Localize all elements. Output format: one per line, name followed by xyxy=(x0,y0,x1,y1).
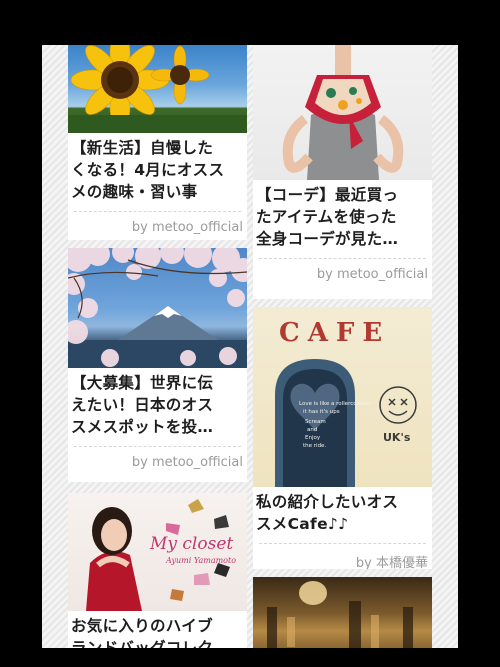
article-title[interactable]: お気に入りのハイブ ランドバッグコレク xyxy=(68,611,247,648)
article-author[interactable]: by metoo_official xyxy=(68,212,247,235)
svg-text:Love is like a rollercoaster: Love is like a rollercoaster xyxy=(299,401,371,407)
feed-panel: 【新生活】自慢した くなる！4月にオスス メの趣味・習い事 by metoo_o… xyxy=(42,45,458,648)
article-title[interactable]: 【コーデ】最近買っ たアイテムを使った 全身コーデが見た… xyxy=(253,180,432,250)
article-title[interactable]: 【新生活】自慢した くなる！4月にオスス メの趣味・習い事 xyxy=(68,133,247,203)
article-card[interactable]: CAFE Love is like a rollercoaster it has… xyxy=(253,307,432,569)
article-title-line: メの趣味・習い事 xyxy=(71,183,198,201)
svg-text:it has it's ups: it has it's ups xyxy=(303,409,340,415)
article-title-line: 私の紹介したいオス xyxy=(256,493,399,511)
cafe-door-photo[interactable]: CAFE Love is like a rollercoaster it has… xyxy=(253,307,432,487)
article-title-line: スメCafe♪♪ xyxy=(256,515,349,533)
svg-text:Enjoy: Enjoy xyxy=(305,435,321,441)
article-title[interactable]: 私の紹介したいオス スメCafe♪♪ xyxy=(253,487,432,535)
svg-text:the ride.: the ride. xyxy=(303,443,326,449)
svg-text:and: and xyxy=(307,427,317,433)
article-title-line: くなる！4月にオスス xyxy=(71,161,225,179)
uks-badge: UK's xyxy=(383,431,411,444)
smiley-icon xyxy=(379,386,417,424)
article-card[interactable]: 【コーデ】最近買っ たアイテムを使った 全身コーデが見た… by metoo_o… xyxy=(253,45,432,299)
scarf-model-illustration xyxy=(282,45,404,180)
article-title-line: ランドバッグコレク xyxy=(71,639,214,648)
svg-text:Scream: Scream xyxy=(305,419,326,425)
sunflower-bloom-2 xyxy=(150,45,210,105)
article-title-line: お気に入りのハイブ xyxy=(71,617,213,635)
sunflower-photo[interactable] xyxy=(68,45,247,133)
closet-illustration: My closet Ayumi Yamamoto xyxy=(86,499,236,611)
article-title[interactable]: 【大募集】世界に伝 えたい！日本のオス スメスポットを投… xyxy=(68,368,247,438)
church-interior-illustration xyxy=(267,581,413,648)
article-title-line: えたい！日本のオス xyxy=(71,396,214,414)
cafe-sign: CAFE xyxy=(279,318,390,348)
my-closet-caption: My closet xyxy=(149,534,233,554)
article-title-line: スメスポットを投… xyxy=(71,418,214,436)
mount-fuji-illustration xyxy=(68,248,247,368)
cafe-door-illustration: CAFE Love is like a rollercoaster it has… xyxy=(275,318,417,487)
closet-owner-caption: Ayumi Yamamoto xyxy=(165,556,236,565)
article-author[interactable]: by metoo_official xyxy=(68,447,247,470)
article-card[interactable] xyxy=(253,577,432,648)
church-interior-photo[interactable] xyxy=(253,577,432,648)
article-card[interactable]: 【大募集】世界に伝 えたい！日本のオス スメスポットを投… by metoo_o… xyxy=(68,248,247,482)
article-title-line: 【新生活】自慢した xyxy=(71,139,214,157)
sunflower-illustration xyxy=(68,45,247,133)
article-title-line: 【コーデ】最近買っ xyxy=(256,186,399,204)
article-title-line: 全身コーデが見た… xyxy=(256,230,399,248)
article-card[interactable]: My closet Ayumi Yamamoto お気に入りのハイブ ランドバッ… xyxy=(68,493,247,648)
article-author[interactable]: by metoo_official xyxy=(253,259,432,282)
my-closet-photo[interactable]: My closet Ayumi Yamamoto xyxy=(68,493,247,611)
scarf-model-photo[interactable] xyxy=(253,45,432,180)
article-title-line: たアイテムを使った xyxy=(256,208,397,226)
mount-fuji-cherry-blossom-photo[interactable] xyxy=(68,248,247,368)
article-title-line: 【大募集】世界に伝 xyxy=(71,374,214,392)
article-author[interactable]: by 本橋優華 xyxy=(253,544,432,569)
article-card[interactable]: 【新生活】自慢した くなる！4月にオスス メの趣味・習い事 by metoo_o… xyxy=(68,45,247,240)
woman-figure xyxy=(86,507,142,611)
